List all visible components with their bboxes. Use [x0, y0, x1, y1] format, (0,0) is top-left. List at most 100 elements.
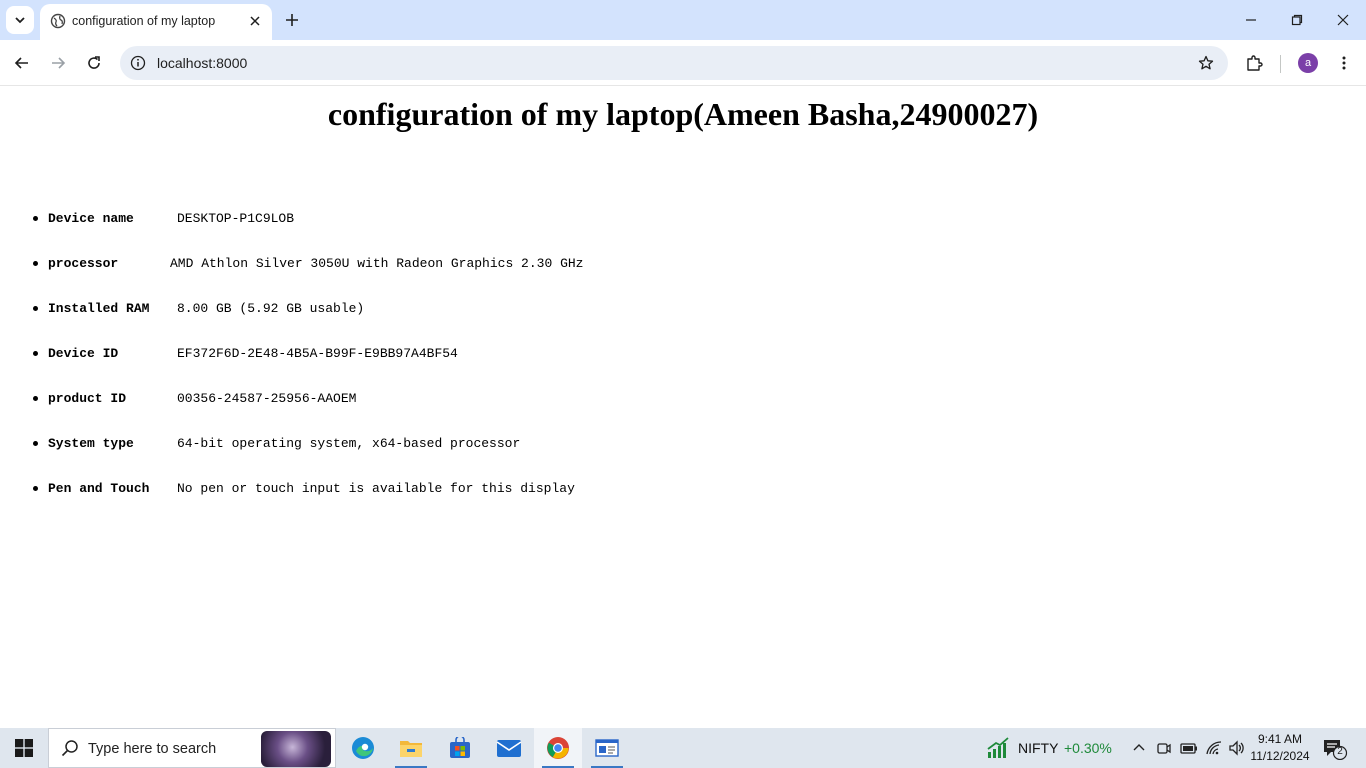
search-highlight-image[interactable]: [261, 731, 331, 767]
address-bar[interactable]: localhost:8000: [120, 46, 1228, 80]
bullet: [33, 351, 38, 356]
chrome-icon: [547, 737, 569, 759]
arrow-left-icon: [14, 57, 28, 69]
edge-icon: [352, 737, 374, 759]
spec-label: Pen and Touch: [48, 481, 150, 496]
mail-icon: [496, 740, 522, 757]
puzzle-icon: [1247, 55, 1263, 71]
spec-value: AMD Athlon Silver 3050U with Radeon Grap…: [170, 256, 584, 271]
close-window-button[interactable]: [1320, 0, 1366, 40]
browser-tab[interactable]: configuration of my laptop: [40, 4, 272, 40]
mail-app[interactable]: [485, 728, 533, 768]
info-icon: [130, 55, 146, 71]
camera-icon: [1157, 743, 1171, 754]
meet-now-button[interactable]: [1156, 740, 1174, 758]
bullet: [33, 486, 38, 491]
stock-change: +0.30%: [1064, 740, 1112, 756]
site-info-button[interactable]: [128, 53, 148, 73]
chevron-up-icon: [1133, 744, 1145, 751]
tab-close-button[interactable]: [246, 12, 264, 30]
forward-button[interactable]: [44, 49, 72, 77]
bullet: [33, 261, 38, 266]
show-hidden-icons-button[interactable]: [1131, 740, 1149, 758]
start-button[interactable]: [0, 728, 48, 768]
toolbar-divider: [1280, 55, 1281, 73]
arrow-right-icon: [52, 57, 66, 69]
spec-label: product ID: [48, 391, 127, 406]
close-icon: [250, 16, 260, 26]
spec-value: EF372F6D-2E48-4B5A-B99F-E9BB97A4BF54: [177, 346, 458, 361]
spec-value: DESKTOP-P1C9LOB: [177, 211, 295, 226]
spec-label: System type: [48, 436, 134, 451]
stock-widget[interactable]: NIFTY +0.30%: [982, 728, 1112, 768]
restore-button[interactable]: [1274, 0, 1320, 40]
list-item: Device ID EF372F6D-2E48-4B5A-B99F-E9BB97…: [0, 344, 800, 364]
spec-label: Installed RAM: [48, 301, 150, 316]
bookmark-button[interactable]: [1196, 53, 1216, 73]
bullet: [33, 396, 38, 401]
clock-time: 9:41 AM: [1257, 732, 1303, 746]
battery-button[interactable]: [1180, 740, 1198, 758]
folder-icon: [400, 741, 422, 757]
list-item: processor AMD Athlon Silver 3050U with R…: [0, 254, 800, 274]
clock-date: 11/12/2024: [1250, 749, 1310, 763]
spec-value: 8.00 GB (5.92 GB usable): [177, 301, 365, 316]
reload-icon: [88, 56, 100, 69]
taskbar: Type here to search NIFTY +0.30% 9:41 AM: [0, 728, 1366, 768]
search-placeholder: Type here to search: [88, 741, 217, 757]
spec-value: 00356-24587-25956-AAOEM: [177, 391, 357, 406]
tab-title: configuration of my laptop: [72, 14, 216, 28]
network-button[interactable]: [1205, 740, 1223, 758]
url-text[interactable]: localhost:8000: [157, 55, 247, 71]
window-app-icon: [595, 739, 619, 757]
list-item: product ID 00356-24587-25956-AAOEM: [0, 389, 800, 409]
spec-value: 64-bit operating system, x64-based proce…: [177, 436, 521, 451]
list-item: System type 64-bit operating system, x64…: [0, 434, 800, 454]
spec-label: Device ID: [48, 346, 119, 361]
notification-count: 2: [1337, 746, 1343, 757]
chrome-app[interactable]: [534, 728, 582, 768]
reload-button[interactable]: [80, 49, 108, 77]
bullet: [33, 441, 38, 446]
notepad-app[interactable]: [583, 728, 631, 768]
restore-icon: [1291, 14, 1303, 26]
chevron-down-icon: [15, 17, 25, 24]
clock[interactable]: 9:41 AM 11/12/2024: [1244, 731, 1316, 765]
tab-strip: configuration of my laptop: [0, 0, 1366, 40]
list-item: Device name DESKTOP-P1C9LOB: [0, 209, 800, 229]
file-explorer-app[interactable]: [387, 728, 435, 768]
menu-button[interactable]: [1330, 49, 1358, 77]
notifications-button[interactable]: 2: [1322, 738, 1348, 761]
wifi-icon: [1206, 741, 1222, 755]
page-title: configuration of my laptop(Ameen Basha,2…: [327, 96, 1039, 132]
globe-icon: [50, 13, 66, 29]
battery-icon: [1180, 743, 1197, 754]
stock-name: NIFTY: [1018, 740, 1059, 756]
store-icon: [450, 737, 470, 758]
plus-icon: [286, 14, 298, 26]
minimize-button[interactable]: [1228, 0, 1274, 40]
more-vertical-icon: [1342, 56, 1346, 70]
new-tab-button[interactable]: [280, 8, 304, 32]
store-app[interactable]: [436, 728, 484, 768]
chart-up-icon: [987, 737, 1009, 758]
notification-icon: [1324, 740, 1348, 761]
profile-avatar[interactable]: a: [1298, 53, 1318, 73]
search-icon: [61, 740, 78, 757]
list-item: Installed RAM 8.00 GB (5.92 GB usable): [0, 299, 800, 319]
spec-value: No pen or touch input is available for t…: [177, 481, 575, 496]
extensions-button[interactable]: [1240, 49, 1268, 77]
edge-app[interactable]: [339, 728, 387, 768]
spec-label: Device name: [48, 211, 134, 226]
taskbar-search[interactable]: Type here to search: [48, 728, 336, 768]
minimize-icon: [1246, 19, 1256, 21]
windows-logo-icon: [15, 739, 33, 757]
spec-label: processor: [48, 256, 119, 271]
close-icon: [1337, 14, 1349, 26]
bullet: [33, 216, 38, 221]
browser-toolbar: localhost:8000 a: [0, 40, 1366, 86]
back-button[interactable]: [8, 49, 36, 77]
tab-search-button[interactable]: [6, 6, 34, 34]
star-icon: [1198, 55, 1214, 70]
bullet: [33, 306, 38, 311]
